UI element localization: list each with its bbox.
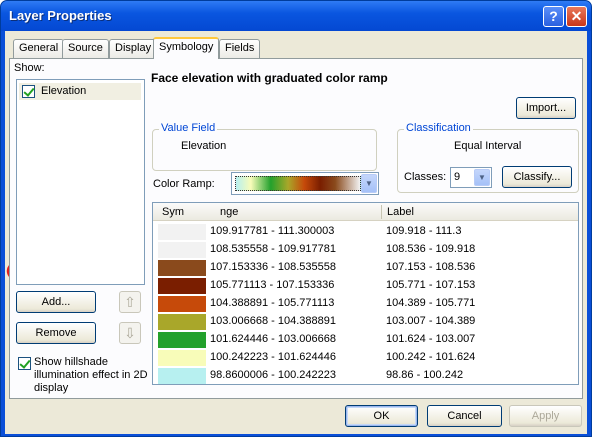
label-cell: 107.153 - 108.536: [386, 261, 476, 273]
classes-value: 9: [454, 171, 461, 183]
label-cell: 105.771 - 107.153: [386, 279, 476, 291]
range-cell: 101.624446 - 103.006668: [210, 333, 337, 345]
symbol-swatch[interactable]: [158, 278, 206, 294]
range-cell: 104.388891 - 105.771113: [210, 297, 335, 309]
range-cell: 109.917781 - 111.300003: [210, 225, 335, 237]
show-label: Show:: [14, 62, 45, 74]
classification-title: Classification: [404, 122, 473, 134]
range-cell: 100.242223 - 101.624446: [210, 351, 337, 363]
value-field-group: Value Field Elevation: [152, 122, 377, 171]
symbol-swatch[interactable]: [158, 224, 206, 240]
symbol-swatch[interactable]: [158, 368, 206, 384]
range-cell: 105.771113 - 107.153336: [210, 279, 335, 291]
label-cell: 103.007 - 104.389: [386, 315, 476, 327]
table-row[interactable]: 109.917781 - 111.300003 109.918 - 111.3: [153, 223, 578, 241]
table-row[interactable]: 101.624446 - 103.006668 101.624 - 103.007: [153, 331, 578, 349]
range-cell: 103.006668 - 104.388891: [210, 315, 337, 327]
range-cell: 108.535558 - 109.917781: [210, 243, 337, 255]
range-cell: 107.153336 - 108.535558: [210, 261, 337, 273]
show-list[interactable]: Elevation: [16, 79, 145, 285]
table-row[interactable]: 103.006668 - 104.388891 103.007 - 104.389: [153, 313, 578, 331]
classification-method: Equal Interval: [454, 140, 522, 152]
column-divider: [381, 205, 382, 219]
move-down-button[interactable]: ⇩: [119, 322, 141, 344]
symbol-swatch[interactable]: [158, 260, 206, 276]
import-button[interactable]: Import...: [516, 97, 576, 119]
value-field-title: Value Field: [159, 122, 218, 134]
add-button[interactable]: Add...: [16, 291, 96, 313]
label-cell: 100.242 - 101.624: [386, 351, 476, 363]
symbology-panel: Show: Elevation Add... Remove ⇧ ⇩ Show h…: [9, 58, 583, 399]
move-up-button[interactable]: ⇧: [119, 291, 141, 313]
chevron-down-icon[interactable]: ▼: [361, 174, 377, 193]
table-header: Sym nge Label: [153, 203, 578, 221]
symbol-swatch[interactable]: [158, 296, 206, 312]
symbol-swatch[interactable]: [158, 242, 206, 258]
symbol-swatch[interactable]: [158, 314, 206, 330]
label-cell: 98.86 - 100.242: [386, 369, 464, 381]
label-cell: 101.624 - 103.007: [386, 333, 476, 345]
symbol-column-header[interactable]: Sym: [162, 206, 184, 218]
value-field-value: Elevation: [181, 140, 227, 152]
symbology-heading: Face elevation with graduated color ramp: [151, 71, 388, 85]
table-row[interactable]: 108.535558 - 109.917781 108.536 - 109.918: [153, 241, 578, 259]
range-column-header[interactable]: nge: [220, 206, 238, 218]
chevron-down-icon[interactable]: ▼: [474, 169, 490, 186]
color-ramp-select[interactable]: ▼: [231, 172, 379, 195]
list-item-label: Elevation: [41, 85, 87, 97]
range-cell: 98.8600006 - 100.242223: [210, 369, 337, 381]
color-ramp-preview: [235, 176, 361, 191]
tab-symbology[interactable]: Symbology: [153, 37, 220, 59]
label-cell: 108.536 - 109.918: [386, 243, 476, 255]
label-cell: 109.918 - 111.3: [386, 225, 462, 237]
table-row[interactable]: 98.8600006 - 100.242223 98.86 - 100.242: [153, 367, 578, 384]
table-row[interactable]: 107.153336 - 108.535558 107.153 - 108.536: [153, 259, 578, 277]
remove-button[interactable]: Remove: [16, 322, 96, 344]
table-row[interactable]: 100.242223 - 101.624446 100.242 - 101.624: [153, 349, 578, 367]
table-row[interactable]: 104.388891 - 105.771113 104.389 - 105.771: [153, 295, 578, 313]
classification-group: Classification Equal Interval Classes: 9…: [397, 122, 579, 193]
list-item-elevation[interactable]: Elevation: [19, 83, 141, 100]
label-column-header[interactable]: Label: [387, 206, 414, 218]
elevation-checkbox[interactable]: [22, 85, 35, 98]
layer-properties-window: Layer Properties ? ✕ General Source Disp…: [0, 0, 592, 437]
hillshade-checkbox[interactable]: [18, 357, 31, 370]
label-cell: 104.389 - 105.771: [386, 297, 476, 309]
classes-select[interactable]: 9 ▼: [450, 167, 492, 188]
class-table[interactable]: Sym nge Label 109.917781 - 111.300003 109…: [152, 202, 579, 385]
symbol-swatch[interactable]: [158, 332, 206, 348]
color-ramp-label: Color Ramp:: [153, 178, 215, 190]
table-row[interactable]: 105.771113 - 107.153336 105.771 - 107.153: [153, 277, 578, 295]
dialog-client: General Source Display Symbology Fields …: [5, 31, 587, 434]
hillshade-label: Show hillshade illumination effect in 2D…: [34, 356, 148, 394]
symbol-swatch[interactable]: [158, 350, 206, 366]
classify-button[interactable]: Classify...: [502, 166, 572, 188]
classes-label: Classes:: [404, 171, 447, 183]
